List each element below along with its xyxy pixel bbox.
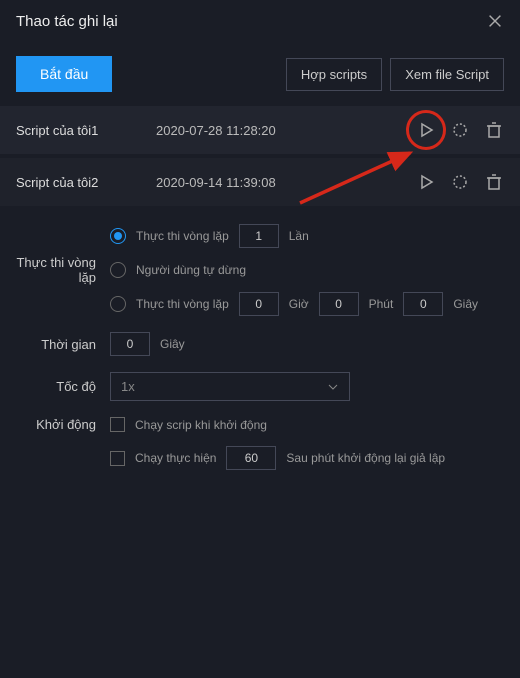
time-unit: Giây (160, 337, 185, 351)
loop-seconds-input[interactable] (403, 292, 443, 316)
play-icon[interactable] (416, 172, 436, 192)
time-label: Thời gian (0, 337, 110, 352)
loop-hours-input[interactable] (239, 292, 279, 316)
script-name: Script của tôi1 (16, 123, 156, 138)
startup-delay-input[interactable] (226, 446, 276, 470)
loop-label: Thực thi vòng lặp (0, 255, 110, 285)
startup-delay-text: Chạy thực hiện (135, 451, 216, 465)
chevron-down-icon (327, 381, 339, 393)
script-timestamp: 2020-09-14 11:39:08 (156, 175, 416, 190)
startup-delay-checkbox[interactable] (110, 451, 125, 466)
script-timestamp: 2020-07-28 11:28:20 (156, 123, 416, 138)
startup-run-text: Chạy scrip khi khởi động (135, 418, 267, 432)
loop-duration-text: Thực thi vòng lặp (136, 297, 229, 311)
window-title: Thao tác ghi lại (16, 13, 118, 30)
loop-radio-count[interactable] (110, 228, 126, 244)
loop-count-input[interactable] (239, 224, 279, 248)
settings-icon[interactable] (450, 120, 470, 140)
close-icon[interactable] (486, 12, 504, 30)
loop-radio-manual[interactable] (110, 262, 126, 278)
speed-select[interactable]: 1x (110, 372, 350, 401)
delete-icon[interactable] (484, 172, 504, 192)
hours-label: Giờ (289, 297, 309, 311)
start-button[interactable]: Bắt đầu (16, 56, 112, 92)
script-row[interactable]: Script của tôi1 2020-07-28 11:28:20 (0, 106, 520, 154)
minutes-label: Phút (369, 297, 394, 311)
speed-value: 1x (121, 379, 135, 394)
startup-delay-suffix: Sau phút khởi động lại giả lập (286, 451, 445, 465)
settings-icon[interactable] (450, 172, 470, 192)
delete-icon[interactable] (484, 120, 504, 140)
view-script-button[interactable]: Xem file Script (390, 58, 504, 91)
speed-label: Tốc độ (0, 379, 110, 394)
loop-count-text: Thực thi vòng lặp (136, 229, 229, 243)
merge-scripts-button[interactable]: Hợp scripts (286, 58, 382, 91)
startup-run-checkbox[interactable] (110, 417, 125, 432)
script-row[interactable]: Script của tôi2 2020-09-14 11:39:08 (0, 158, 520, 206)
startup-label: Khởi động (0, 417, 110, 432)
loop-manual-text: Người dùng tự dừng (136, 263, 246, 277)
play-icon[interactable] (416, 120, 436, 140)
loop-radio-duration[interactable] (110, 296, 126, 312)
script-name: Script của tôi2 (16, 175, 156, 190)
seconds-label: Giây (453, 297, 478, 311)
loop-minutes-input[interactable] (319, 292, 359, 316)
time-input[interactable] (110, 332, 150, 356)
loop-count-unit: Lần (289, 229, 309, 243)
